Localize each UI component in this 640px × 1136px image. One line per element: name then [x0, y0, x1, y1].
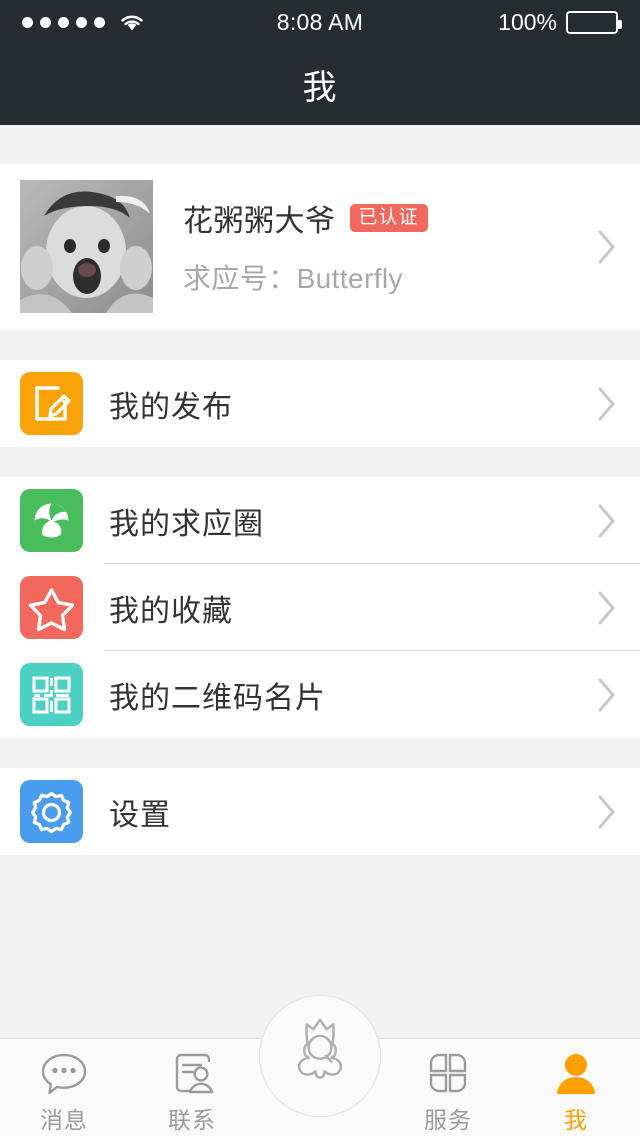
person-icon: [550, 1049, 602, 1097]
tab-center-action: [256, 995, 384, 1117]
mascot-logo-button[interactable]: [259, 995, 381, 1117]
menu-item-my-circle[interactable]: 我的求应圈: [0, 477, 640, 564]
battery-full-icon: [566, 10, 622, 34]
menu-item-my-qr-card[interactable]: 我的二维码名片: [0, 651, 640, 738]
tab-contacts[interactable]: 联系: [128, 1039, 256, 1135]
tab-bar: 消息 联系 服务 我: [0, 995, 640, 1136]
section-gap: [0, 738, 640, 768]
tab-label: 我: [564, 1107, 588, 1133]
chevron-right-icon: [596, 589, 618, 627]
status-bar-clock: 8:08 AM: [276, 8, 364, 35]
menu-group-social: 我的求应圈 我的收藏 我的二维码名片: [0, 477, 640, 738]
chevron-right-icon: [596, 502, 618, 540]
chevron-right-icon: [596, 385, 618, 423]
menu-item-settings[interactable]: 设置: [0, 768, 640, 855]
section-gap: [0, 330, 640, 360]
chevron-right-icon: [596, 676, 618, 714]
chat-bubble-icon: [38, 1049, 90, 1097]
profile-id: 求应号：Butterfly: [183, 263, 403, 294]
app-screen: 8:08 AM 100% 我 花粥粥大爷 已认证 求应号：Butterfly 我…: [0, 0, 640, 1136]
profile-card: 花粥粥大爷 已认证 求应号：Butterfly: [0, 163, 640, 330]
tab-label: 服务: [424, 1107, 472, 1133]
status-bar: 8:08 AM 100%: [0, 0, 640, 44]
page-title: 我: [302, 69, 338, 107]
mascot-logo-icon: [282, 1013, 358, 1100]
menu-item-my-posts[interactable]: 我的发布: [0, 360, 640, 447]
qr-code-icon: [20, 663, 83, 726]
profile-text: 花粥粥大爷 已认证 求应号：Butterfly: [183, 196, 596, 297]
edit-note-icon: [20, 372, 83, 435]
section-gap: [0, 125, 640, 163]
contact-card-icon: [166, 1049, 218, 1097]
tab-services[interactable]: 服务: [384, 1039, 512, 1135]
chevron-right-icon: [596, 228, 618, 266]
menu-item-label: 我的二维码名片: [109, 681, 326, 715]
main-content: 花粥粥大爷 已认证 求应号：Butterfly 我的发布 我的求应圈 我的收藏 …: [0, 125, 640, 1038]
grid-apps-icon: [422, 1049, 474, 1097]
menu-item-my-favorites[interactable]: 我的收藏: [0, 564, 640, 651]
tab-messages[interactable]: 消息: [0, 1039, 128, 1135]
tab-label: 联系: [168, 1107, 216, 1133]
tab-label: 消息: [40, 1107, 88, 1133]
chevron-right-icon: [596, 793, 618, 831]
profile-row[interactable]: 花粥粥大爷 已认证 求应号：Butterfly: [0, 163, 640, 330]
tab-profile[interactable]: 我: [512, 1039, 640, 1135]
gear-icon: [20, 780, 83, 843]
menu-item-label: 设置: [109, 798, 171, 832]
shutter-circle-icon: [20, 489, 83, 552]
profile-name: 花粥粥大爷: [183, 205, 336, 238]
verified-badge: 已认证: [349, 204, 428, 232]
user-avatar-photo: [20, 180, 153, 313]
profile-name-row: 花粥粥大爷 已认证: [183, 196, 596, 240]
menu-group-publish: 我的发布: [0, 360, 640, 447]
star-icon: [20, 576, 83, 639]
menu-group-settings: 设置: [0, 768, 640, 855]
navigation-bar: 我: [0, 44, 640, 125]
menu-item-label: 我的求应圈: [109, 507, 264, 541]
menu-item-label: 我的收藏: [109, 594, 233, 628]
section-gap: [0, 447, 640, 477]
menu-item-label: 我的发布: [109, 390, 233, 424]
